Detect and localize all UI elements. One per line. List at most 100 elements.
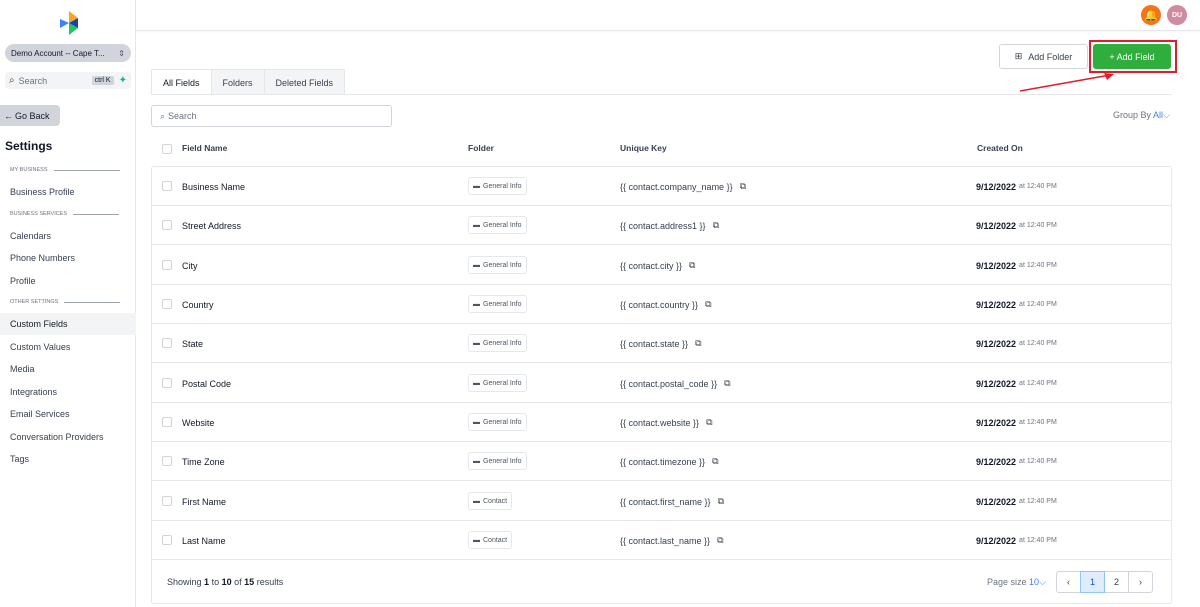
- select-all-checkbox[interactable]: [162, 144, 172, 154]
- table-row[interactable]: First Name ▬ Contact {{ contact.first_nam…: [152, 482, 1171, 521]
- sidebar-item-tags[interactable]: Tags: [0, 448, 136, 470]
- created-time: at 12:40 PM: [1019, 419, 1057, 426]
- row-checkbox[interactable]: [162, 299, 172, 309]
- results-total: 15: [244, 577, 255, 587]
- avatar[interactable]: DU: [1167, 5, 1187, 25]
- table-row[interactable]: State ▬ General Info {{ contact.state }} ⧉…: [152, 324, 1171, 363]
- go-back-button[interactable]: ← Go Back: [0, 105, 60, 126]
- copy-icon[interactable]: ⧉: [712, 456, 718, 467]
- folder-label: Contact: [483, 497, 508, 505]
- header-field-name[interactable]: Field Name: [182, 143, 227, 153]
- sidebar-item-business-profile[interactable]: Business Profile: [0, 181, 136, 203]
- folder-badge: ▬ General Info: [468, 177, 527, 195]
- sidebar-item-phone-numbers[interactable]: Phone Numbers: [0, 247, 136, 269]
- header-unique-key[interactable]: Unique Key: [620, 143, 667, 153]
- tabs-divider: [151, 94, 1172, 95]
- field-name: Country: [182, 299, 214, 310]
- tab-folders[interactable]: Folders: [210, 69, 265, 95]
- sidebar-item-custom-values[interactable]: Custom Values: [0, 336, 136, 358]
- tab-deleted-fields[interactable]: Deleted Fields: [263, 69, 346, 95]
- sidebar-item-calendars[interactable]: Calendars: [0, 225, 136, 247]
- table-row[interactable]: Business Name ▬ General Info {{ contact.c…: [152, 167, 1171, 206]
- created-date: 9/12/2022: [976, 456, 1017, 467]
- section-label: OTHER SETTINGS: [10, 299, 59, 305]
- settings-title: Settings: [5, 139, 53, 153]
- row-checkbox[interactable]: [162, 496, 172, 506]
- copy-icon[interactable]: ⧉: [706, 417, 712, 428]
- folder-icon: ▬: [473, 261, 480, 269]
- field-name: Time Zone: [182, 456, 225, 467]
- folder-badge: ▬ Contact: [468, 531, 513, 549]
- search-icon: ⌕: [9, 75, 15, 86]
- row-checkbox[interactable]: [162, 220, 172, 230]
- created-date: 9/12/2022: [976, 417, 1017, 428]
- row-checkbox[interactable]: [162, 535, 172, 545]
- sidebar-item-custom-fields[interactable]: Custom Fields: [0, 313, 136, 335]
- sparkle-icon[interactable]: ✦: [119, 75, 127, 86]
- tab-all-fields[interactable]: All Fields: [151, 69, 212, 95]
- row-checkbox[interactable]: [162, 456, 172, 466]
- folder-label: General Info: [483, 182, 522, 190]
- row-checkbox[interactable]: [162, 260, 172, 270]
- copy-icon[interactable]: ⧉: [740, 181, 746, 192]
- copy-icon[interactable]: ⧉: [717, 535, 723, 546]
- pagination: ‹ 1 2 ›: [1056, 571, 1153, 593]
- chevron-updown-icon: ⇕: [118, 48, 125, 58]
- row-checkbox[interactable]: [162, 338, 172, 348]
- copy-icon[interactable]: ⧉: [718, 496, 724, 507]
- row-checkbox[interactable]: [162, 378, 172, 388]
- page-button-1[interactable]: 1: [1080, 571, 1105, 593]
- logo-icon[interactable]: [58, 11, 80, 35]
- table-row[interactable]: Last Name ▬ Contact {{ contact.last_name …: [152, 521, 1171, 560]
- folder-icon: ▬: [473, 300, 480, 308]
- copy-icon[interactable]: ⧉: [695, 338, 701, 349]
- row-checkbox[interactable]: [162, 417, 172, 427]
- created-on: 9/12/2022 at 12:40 PM: [976, 482, 1057, 521]
- chevron-right-icon[interactable]: ›: [1128, 571, 1153, 593]
- sidebar-item-media[interactable]: Media: [0, 358, 136, 380]
- folder-badge: ▬ General Info: [468, 216, 527, 234]
- table-row[interactable]: Street Address ▬ General Info {{ contact.…: [152, 206, 1171, 245]
- copy-icon[interactable]: ⧉: [689, 260, 695, 271]
- account-switcher[interactable]: Demo Account -- Cape T... ⇕: [5, 44, 131, 62]
- search-input[interactable]: ⌕ Search: [151, 105, 392, 127]
- group-by-dropdown[interactable]: Group By All⌵: [1113, 110, 1170, 121]
- sidebar-item-conversation-providers[interactable]: Conversation Providers: [0, 426, 136, 448]
- created-date: 9/12/2022: [976, 260, 1017, 271]
- unique-key-text: {{ contact.website }}: [620, 417, 700, 428]
- unique-key: {{ contact.address1 }} ⧉: [620, 206, 719, 245]
- chevron-left-icon[interactable]: ‹: [1056, 571, 1081, 593]
- shortcut-badge: ctrl K: [91, 76, 114, 85]
- page-button-2[interactable]: 2: [1104, 571, 1129, 593]
- created-date: 9/12/2022: [976, 338, 1017, 349]
- copy-icon[interactable]: ⧉: [705, 299, 711, 310]
- sidebar-item-profile[interactable]: Profile: [0, 270, 136, 292]
- topbar: [136, 0, 1200, 31]
- table-row[interactable]: City ▬ General Info {{ contact.city }} ⧉ 9…: [152, 246, 1171, 285]
- nav-label: Media: [10, 364, 35, 374]
- add-folder-button[interactable]: ⊞ Add Folder: [999, 44, 1088, 69]
- folder-icon: ▬: [473, 497, 480, 505]
- bell-icon[interactable]: 🔔: [1141, 5, 1161, 25]
- sidebar-search[interactable]: ⌕ Search ctrl K ✦: [5, 72, 131, 89]
- sidebar-item-integrations[interactable]: Integrations: [0, 381, 136, 403]
- created-date: 9/12/2022: [976, 181, 1017, 192]
- copy-icon[interactable]: ⧉: [713, 220, 719, 231]
- created-on: 9/12/2022 at 12:40 PM: [976, 324, 1057, 363]
- header-created-on[interactable]: Created On: [977, 143, 1023, 153]
- tabs: All Fields Folders Deleted Fields: [151, 69, 346, 95]
- table-row[interactable]: Country ▬ General Info {{ contact.country…: [152, 285, 1171, 324]
- copy-icon[interactable]: ⧉: [724, 378, 730, 389]
- table-row[interactable]: Time Zone ▬ General Info {{ contact.timez…: [152, 442, 1171, 481]
- table-row[interactable]: Postal Code ▬ General Info {{ contact.pos…: [152, 364, 1171, 403]
- add-field-button[interactable]: + Add Field: [1093, 44, 1171, 69]
- created-on: 9/12/2022 at 12:40 PM: [976, 285, 1057, 324]
- page-size-select[interactable]: Page size 10⌵: [987, 577, 1046, 588]
- search-icon: ⌕: [160, 110, 166, 121]
- unique-key: {{ contact.country }} ⧉: [620, 285, 712, 324]
- table-row[interactable]: Website ▬ General Info {{ contact.website…: [152, 403, 1171, 442]
- header-folder[interactable]: Folder: [468, 143, 494, 153]
- sidebar-item-email-services[interactable]: Email Services: [0, 403, 136, 425]
- folder-badge: ▬ General Info: [468, 295, 527, 313]
- row-checkbox[interactable]: [162, 181, 172, 191]
